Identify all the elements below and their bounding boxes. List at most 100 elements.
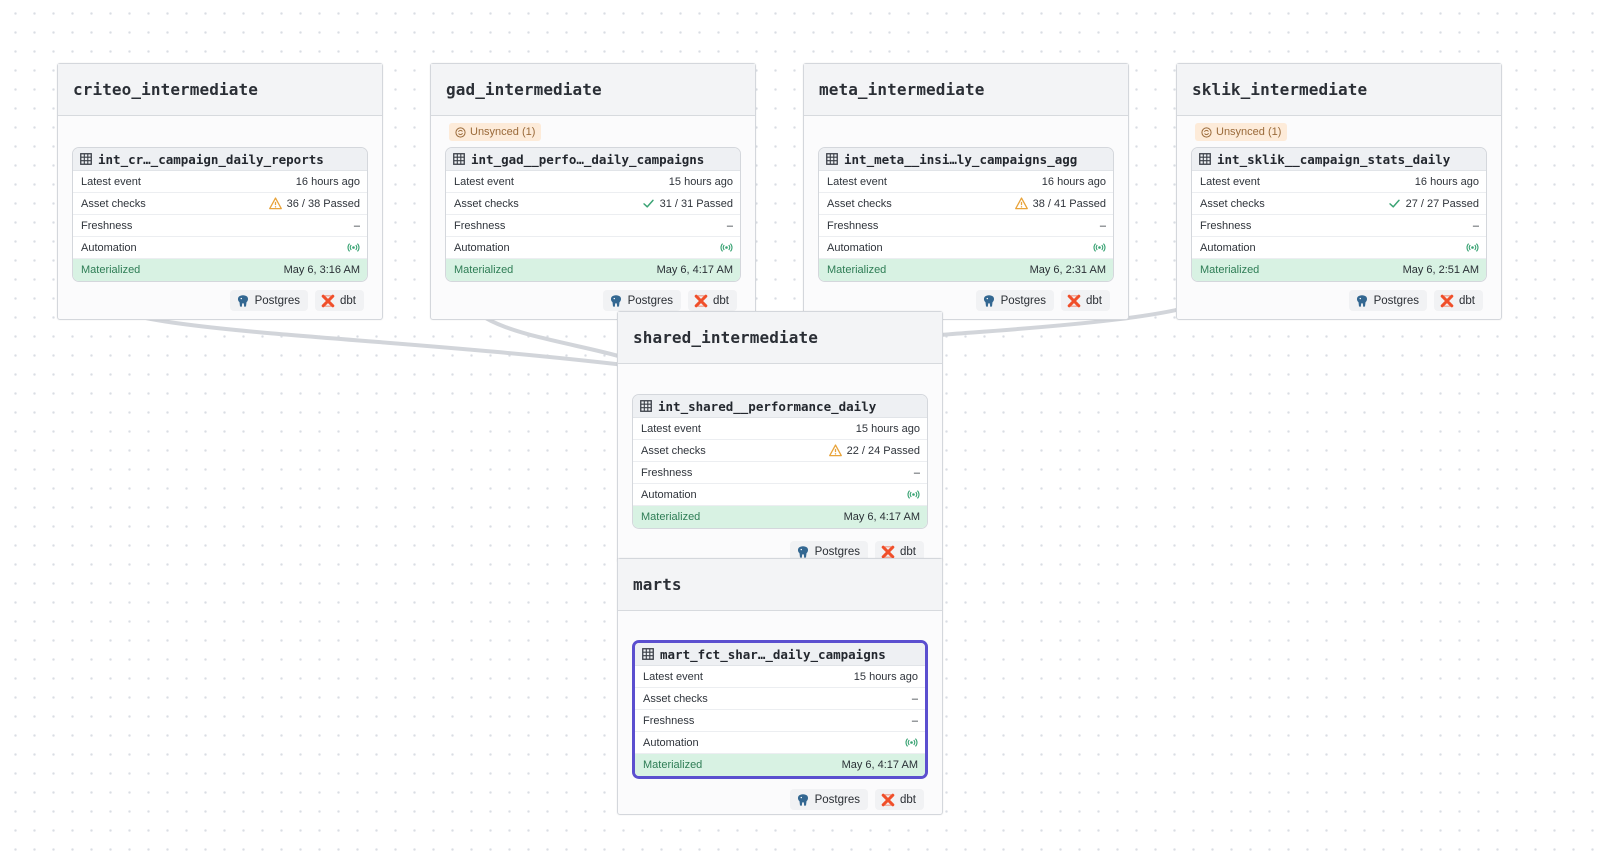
postgres-elephant-icon — [1355, 294, 1369, 308]
postgres-elephant-icon — [796, 793, 810, 807]
asset-title[interactable]: int_meta__insi…ly_campaigns_agg — [819, 148, 1113, 171]
table-icon — [640, 400, 652, 412]
row-asset-checks: Asset checks 31 / 31 Passed — [446, 193, 740, 215]
freshness-value: – — [1473, 220, 1479, 232]
materialized-value: May 6, 4:17 AM — [842, 759, 918, 771]
postgres-elephant-icon — [796, 545, 810, 559]
postgres-tag[interactable]: Postgres — [602, 290, 681, 311]
freshness-value-text: – — [726, 219, 733, 232]
dbt-icon — [881, 545, 895, 559]
unsynced-label: Unsynced (1) — [1216, 126, 1282, 138]
latest-event-label: Latest event — [643, 670, 703, 683]
asset-checks-text: 31 / 31 Passed — [659, 197, 733, 210]
asset-title[interactable]: int_sklik__campaign_stats_daily — [1192, 148, 1486, 171]
freshness-value-text: – — [353, 219, 360, 232]
latest-event-value-text: 16 hours ago — [295, 175, 360, 188]
row-materialized: Materialized May 6, 4:17 AM — [635, 754, 925, 776]
latest-event-value: 15 hours ago — [856, 423, 920, 435]
asset-tags: Postgres dbt — [789, 789, 924, 810]
row-freshness: Freshness – — [446, 215, 740, 237]
asset-checks-value[interactable]: 31 / 31 Passed — [642, 197, 733, 210]
asset-group-gad-intermediate[interactable]: gad_intermediate Unsynced (1) int_gad__per… — [430, 63, 756, 320]
asset-checks-value[interactable]: – — [912, 693, 918, 705]
dbt-tag[interactable]: dbt — [688, 290, 737, 311]
freshness-label: Freshness — [641, 466, 693, 479]
row-asset-checks: Asset checks 22 / 24 Passed — [633, 440, 927, 462]
postgres-tag[interactable]: Postgres — [1348, 290, 1427, 311]
latest-event-label: Latest event — [81, 175, 141, 188]
group-title[interactable]: sklik_intermediate — [1177, 64, 1501, 116]
asset-title[interactable]: int_shared__performance_daily — [633, 395, 927, 418]
row-automation: Automation — [819, 237, 1113, 259]
automation-value[interactable] — [720, 241, 733, 254]
dbt-tag[interactable]: dbt — [875, 789, 924, 810]
asset-checks-label: Asset checks — [81, 197, 146, 210]
group-title[interactable]: criteo_intermediate — [58, 64, 382, 116]
automation-label: Automation — [454, 241, 510, 254]
asset-checks-value[interactable]: 36 / 38 Passed — [268, 197, 360, 210]
group-title[interactable]: gad_intermediate — [431, 64, 755, 116]
unsynced-badge[interactable]: Unsynced (1) — [1195, 123, 1288, 141]
freshness-value-text: – — [1472, 219, 1479, 232]
freshness-value-text: – — [913, 466, 920, 479]
automation-value[interactable] — [1093, 241, 1106, 254]
latest-event-value-text: 16 hours ago — [1414, 175, 1479, 188]
materialized-value-text: May 6, 4:17 AM — [841, 759, 918, 771]
freshness-value-text: – — [911, 714, 918, 727]
postgres-elephant-icon — [982, 294, 996, 308]
asset-checks-value[interactable]: 22 / 24 Passed — [828, 444, 920, 457]
asset-node[interactable]: int_sklik__campaign_stats_daily Latest ev… — [1191, 147, 1487, 282]
asset-node[interactable]: int_gad__perfo…_daily_campaigns Latest ev… — [445, 147, 741, 282]
freshness-label: Freshness — [81, 219, 133, 232]
dbt-tag-label: dbt — [900, 793, 916, 806]
postgres-tag[interactable]: Postgres — [229, 290, 308, 311]
asset-checks-label: Asset checks — [827, 197, 892, 210]
freshness-value: – — [912, 715, 918, 727]
materialized-value: May 6, 4:17 AM — [657, 264, 733, 276]
asset-name: mart_fct_shar…_daily_campaigns — [660, 646, 886, 662]
row-automation: Automation — [635, 732, 925, 754]
group-title[interactable]: meta_intermediate — [804, 64, 1128, 116]
asset-checks-label: Asset checks — [643, 692, 708, 705]
materialized-value: May 6, 4:17 AM — [844, 511, 920, 523]
asset-node[interactable]: mart_fct_shar…_daily_campaigns Latest eve… — [632, 640, 928, 779]
asset-group-sklik-intermediate[interactable]: sklik_intermediate Unsynced (1) int_sklik_… — [1176, 63, 1502, 320]
asset-checks-value[interactable]: 38 / 41 Passed — [1014, 197, 1106, 210]
asset-node[interactable]: int_meta__insi…ly_campaigns_agg Latest ev… — [818, 147, 1114, 282]
asset-title[interactable]: int_cr…_campaign_daily_reports — [73, 148, 367, 171]
asset-node[interactable]: int_shared__performance_daily Latest even… — [632, 394, 928, 529]
automation-value[interactable] — [905, 736, 918, 749]
postgres-tag[interactable]: Postgres — [789, 789, 868, 810]
unsynced-badge[interactable]: Unsynced (1) — [449, 123, 542, 141]
automation-value[interactable] — [907, 488, 920, 501]
group-title[interactable]: marts — [618, 559, 942, 611]
sensor-broadcast-icon — [1093, 241, 1106, 254]
latest-event-value-text: 15 hours ago — [668, 175, 733, 188]
sensor-broadcast-icon — [905, 736, 918, 749]
dbt-tag[interactable]: dbt — [1434, 290, 1483, 311]
unsynced-icon — [455, 126, 466, 138]
asset-group-meta-intermediate[interactable]: meta_intermediate int_meta__insi…ly_campa… — [803, 63, 1129, 320]
group-title[interactable]: shared_intermediate — [618, 312, 942, 364]
asset-group-marts[interactable]: marts mart_fct_shar…_daily_campaigns Lates… — [617, 558, 943, 815]
asset-group-shared-intermediate[interactable]: shared_intermediate int_shared__performan… — [617, 311, 943, 563]
asset-title[interactable]: int_gad__perfo…_daily_campaigns — [446, 148, 740, 171]
asset-tags: Postgres dbt — [1348, 290, 1483, 311]
dbt-tag[interactable]: dbt — [315, 290, 364, 311]
materialized-value: May 6, 2:31 AM — [1030, 264, 1106, 276]
asset-tags: Postgres dbt — [602, 290, 737, 311]
asset-group-criteo-intermediate[interactable]: criteo_intermediate int_cr…_campaign_dail… — [57, 63, 383, 320]
materialized-value-text: May 6, 4:17 AM — [656, 264, 733, 276]
automation-value[interactable] — [1466, 241, 1479, 254]
asset-name: int_sklik__campaign_stats_daily — [1217, 151, 1451, 167]
asset-checks-value[interactable]: 27 / 27 Passed — [1388, 197, 1479, 210]
automation-value[interactable] — [347, 241, 360, 254]
asset-node[interactable]: int_cr…_campaign_daily_reports Latest eve… — [72, 147, 368, 282]
asset-name: int_gad__perfo…_daily_campaigns — [471, 151, 705, 167]
dbt-tag[interactable]: dbt — [1061, 290, 1110, 311]
postgres-elephant-icon — [609, 294, 623, 308]
row-latest-event: Latest event 15 hours ago — [633, 418, 927, 440]
postgres-tag[interactable]: Postgres — [975, 290, 1054, 311]
asset-title[interactable]: mart_fct_shar…_daily_campaigns — [635, 643, 925, 666]
freshness-label: Freshness — [643, 714, 695, 727]
